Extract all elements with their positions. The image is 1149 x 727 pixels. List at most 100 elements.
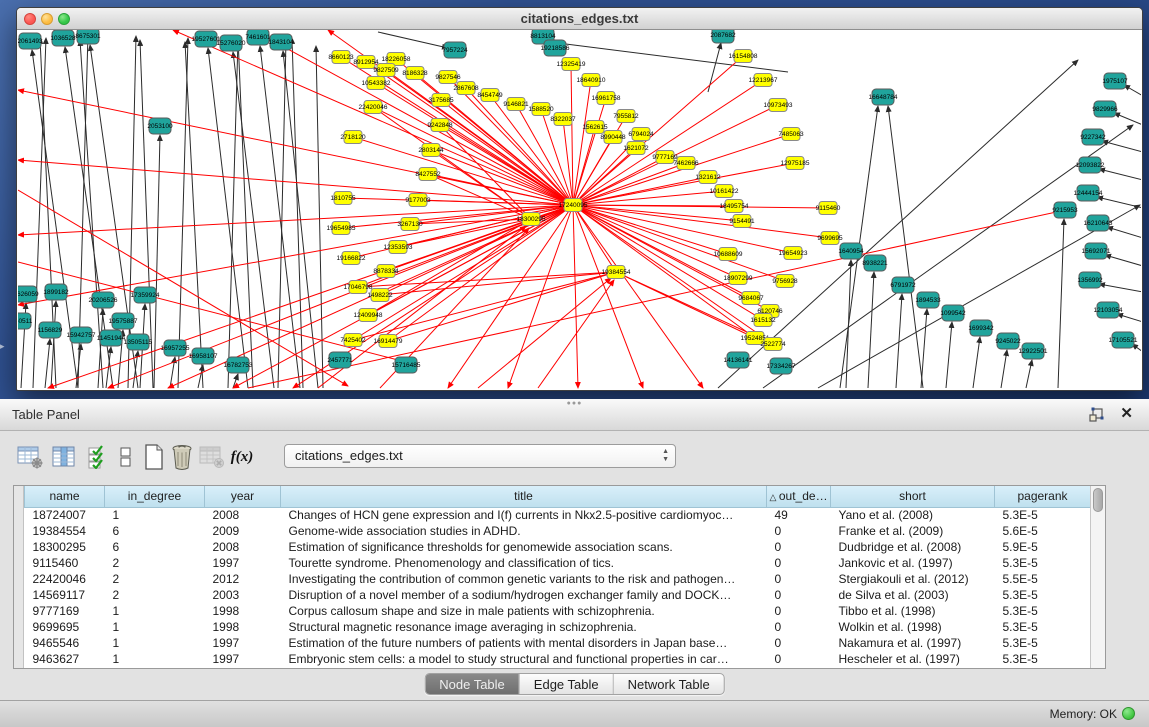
graph-node[interactable]: 8878334 — [373, 265, 399, 278]
citation-edge-black[interactable] — [45, 339, 50, 388]
delete-table-icon[interactable] — [168, 443, 196, 471]
graph-node[interactable]: 17359924 — [131, 287, 160, 303]
graph-node[interactable]: 17334267 — [767, 358, 796, 374]
graph-node[interactable]: 1899182 — [43, 284, 69, 300]
citation-edge-black[interactable] — [1105, 255, 1141, 266]
graph-node[interactable]: 19654923 — [779, 247, 808, 260]
column-header-in_degree[interactable]: in_degree — [105, 486, 205, 507]
citation-edge-red[interactable] — [571, 64, 573, 205]
graph-node[interactable]: 2867608 — [453, 82, 479, 95]
citation-edge-red[interactable] — [253, 30, 573, 205]
graph-node[interactable]: 2061493 — [18, 33, 43, 49]
graph-node[interactable]: 9756928 — [772, 275, 798, 288]
citation-edge-red[interactable] — [18, 262, 402, 361]
table-row[interactable]: 977716911998Corpus callosum shape and si… — [25, 603, 1091, 619]
citation-edge-red[interactable] — [573, 205, 578, 388]
graph-node[interactable]: 2803144 — [418, 144, 444, 157]
graph-node[interactable]: 1356992 — [1077, 272, 1103, 288]
table-row[interactable]: 1872400712008Changes of HCN gene express… — [25, 507, 1091, 523]
graph-node[interactable]: 2053100 — [147, 118, 173, 134]
citation-edge-black[interactable] — [818, 205, 1140, 388]
graph-node[interactable]: 1099542 — [940, 305, 966, 321]
graph-node[interactable]: 12093822 — [1076, 157, 1105, 173]
graph-node[interactable]: 9242848 — [427, 119, 453, 132]
graph-node[interactable]: 7485063 — [778, 128, 804, 141]
table-panel-header[interactable]: ●●● Table Panel ✕ — [0, 399, 1149, 431]
column-header-name[interactable]: name — [25, 486, 105, 507]
scrollbar-thumb[interactable] — [1093, 488, 1103, 512]
table-row[interactable]: 1830029562008Estimation of significance … — [25, 539, 1091, 555]
graph-node[interactable]: 16914479 — [374, 335, 403, 348]
graph-node[interactable]: 7462666 — [673, 157, 699, 170]
float-panel-icon[interactable] — [1089, 407, 1105, 423]
graph-node[interactable]: 9115460 — [816, 202, 841, 215]
graph-node[interactable]: 1640954 — [838, 243, 864, 259]
graph-node[interactable]: 1843104 — [268, 34, 294, 50]
graph-node[interactable]: 13505115 — [124, 334, 153, 350]
graph-node[interactable]: 1156829 — [38, 322, 63, 338]
citation-edge-red[interactable] — [573, 205, 703, 388]
graph-node[interactable]: 19166822 — [337, 252, 366, 265]
panel-resize-grip[interactable]: ●●● — [567, 400, 583, 407]
table-row[interactable]: 1456911722003Disruption of a novel membe… — [25, 587, 1091, 603]
tab-network-table[interactable]: Network Table — [614, 674, 724, 694]
citation-edge-black[interactable] — [185, 42, 203, 388]
citation-edge-black[interactable] — [316, 46, 323, 388]
graph-node[interactable]: 10161422 — [710, 185, 739, 198]
graph-node[interactable]: 1810755 — [330, 192, 356, 205]
graph-node[interactable]: 9154491 — [729, 215, 755, 228]
graph-node[interactable]: 1498222 — [367, 289, 393, 302]
graph-node[interactable]: 6791972 — [890, 277, 916, 293]
citation-edge-black[interactable] — [1097, 197, 1141, 208]
graph-node[interactable]: 1350511 — [18, 313, 33, 329]
graph-node[interactable]: 8990448 — [600, 131, 626, 144]
citation-edge-red[interactable] — [573, 80, 591, 205]
citation-edge-black[interactable] — [1099, 284, 1141, 292]
network-select-dropdown[interactable]: citations_edges.txt ▲▼ — [284, 444, 676, 468]
graph-node[interactable]: 16648784 — [869, 89, 898, 105]
citation-edge-black[interactable] — [208, 48, 248, 388]
graph-node[interactable]: 8427552 — [415, 168, 441, 181]
table-settings-icon[interactable] — [16, 443, 44, 471]
citation-edge-red[interactable] — [538, 280, 614, 388]
graph-node[interactable]: 19654985 — [327, 222, 356, 235]
graph-node[interactable]: 3175685 — [428, 94, 454, 107]
column-header-title[interactable]: title — [281, 486, 767, 507]
citation-edge-black[interactable] — [1058, 219, 1064, 388]
citation-edge-black[interactable] — [178, 38, 188, 388]
table-row[interactable]: 969969511998Structural magnetic resonanc… — [25, 619, 1091, 635]
table-row[interactable]: 911546021997Tourette syndrome. Phenomeno… — [25, 555, 1091, 571]
graph-node[interactable]: 9245022 — [995, 333, 1021, 349]
graph-node[interactable]: 10543382 — [362, 77, 391, 90]
graph-node[interactable]: 1894533 — [915, 292, 941, 308]
graph-node[interactable]: 18640910 — [577, 74, 606, 87]
graph-node[interactable]: 9827546 — [435, 71, 461, 84]
citation-edge-red[interactable] — [573, 163, 686, 205]
graph-node[interactable]: 17105521 — [1109, 332, 1138, 348]
citation-edge-black[interactable] — [868, 272, 874, 388]
graph-node[interactable]: 16957255 — [161, 340, 190, 356]
graph-node[interactable]: 12103054 — [1094, 302, 1123, 318]
graph-node[interactable]: 1588520 — [528, 103, 554, 116]
citation-edge-black[interactable] — [946, 322, 952, 388]
citation-edge-black[interactable] — [228, 40, 238, 388]
network-canvas[interactable]: 1724009586601238912954182260589827509818… — [18, 30, 1141, 389]
graph-node[interactable]: 15942757 — [67, 327, 96, 343]
new-table-icon[interactable] — [140, 443, 168, 471]
graph-node[interactable]: 1621072 — [623, 142, 649, 155]
graph-node[interactable]: 19575887 — [109, 313, 138, 329]
graph-node[interactable]: 1975107 — [1102, 73, 1128, 89]
graph-node[interactable]: 8660123 — [328, 51, 354, 64]
close-panel-icon[interactable]: ✕ — [1120, 405, 1133, 423]
graph-node[interactable]: 1036528 — [50, 30, 76, 46]
select-all-icon[interactable] — [84, 443, 112, 471]
graph-node[interactable]: 18495754 — [720, 200, 749, 213]
graph-node[interactable]: 12353593 — [384, 241, 413, 254]
function-builder-icon[interactable]: f(x) — [228, 443, 256, 471]
table-row[interactable]: 1938455462009Genome-wide association stu… — [25, 523, 1091, 539]
table-row[interactable]: 946554611997Estimation of the future num… — [25, 635, 1091, 651]
graph-node[interactable]: 7461601 — [245, 30, 271, 45]
graph-node[interactable]: 12325419 — [557, 58, 586, 71]
citation-edge-black[interactable] — [1117, 314, 1141, 322]
graph-node[interactable]: 15276020 — [217, 35, 246, 51]
